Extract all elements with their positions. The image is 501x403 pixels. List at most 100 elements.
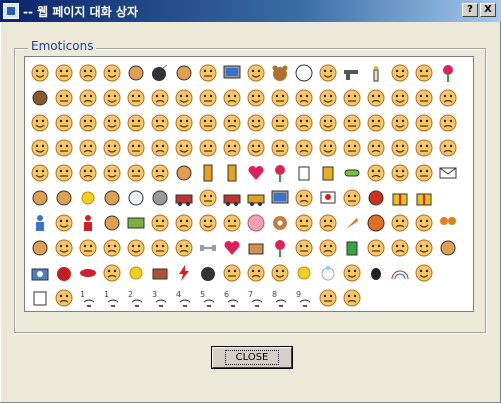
help-button[interactable]: ? — [462, 3, 478, 17]
face-icon[interactable] — [196, 60, 220, 85]
face-icon[interactable] — [364, 160, 388, 185]
face-icon[interactable] — [244, 110, 268, 135]
face-icon[interactable] — [52, 60, 76, 85]
face-icon[interactable] — [172, 85, 196, 110]
face-icon[interactable] — [268, 260, 292, 285]
face-icon[interactable] — [100, 85, 124, 110]
clock-icon[interactable] — [172, 160, 196, 185]
face-icon[interactable] — [76, 160, 100, 185]
gift-icon[interactable] — [388, 185, 412, 210]
face-icon[interactable] — [244, 60, 268, 85]
face-icon[interactable] — [76, 135, 100, 160]
face-icon[interactable] — [292, 85, 316, 110]
face-icon[interactable] — [52, 85, 76, 110]
face-icon[interactable] — [100, 260, 124, 285]
person2-icon[interactable] — [76, 210, 100, 235]
face-icon[interactable] — [52, 110, 76, 135]
butterfly-icon[interactable] — [436, 210, 460, 235]
face-icon[interactable] — [268, 135, 292, 160]
pencil-icon[interactable] — [28, 185, 52, 210]
picture-icon[interactable] — [100, 185, 124, 210]
num1-icon[interactable]: 1 — [76, 285, 100, 310]
face-icon[interactable] — [28, 135, 52, 160]
face-icon[interactable] — [172, 210, 196, 235]
camera-icon[interactable] — [28, 260, 52, 285]
face-icon[interactable] — [340, 135, 364, 160]
tissue-icon[interactable] — [28, 285, 52, 310]
face-icon[interactable] — [76, 60, 100, 85]
face-icon[interactable] — [412, 235, 436, 260]
num4-icon[interactable]: 4 — [172, 285, 196, 310]
face-icon[interactable] — [292, 110, 316, 135]
dumbbell-icon[interactable] — [196, 235, 220, 260]
face-icon[interactable] — [100, 135, 124, 160]
bear-icon[interactable] — [268, 60, 292, 85]
food-icon[interactable] — [100, 210, 124, 235]
devil-icon[interactable] — [364, 185, 388, 210]
face-icon[interactable] — [148, 135, 172, 160]
num9-icon[interactable]: 9 — [292, 285, 316, 310]
face-icon[interactable] — [28, 60, 52, 85]
face-icon[interactable] — [196, 135, 220, 160]
pig-icon[interactable] — [244, 210, 268, 235]
face-icon[interactable] — [148, 160, 172, 185]
num1-icon[interactable]: 1 — [100, 285, 124, 310]
face-icon[interactable] — [412, 260, 436, 285]
face-icon[interactable] — [148, 235, 172, 260]
face-icon[interactable] — [364, 110, 388, 135]
cake-icon[interactable] — [52, 185, 76, 210]
face-icon[interactable] — [340, 110, 364, 135]
num5-icon[interactable]: 5 — [196, 285, 220, 310]
face-icon[interactable] — [124, 235, 148, 260]
face-icon[interactable] — [436, 85, 460, 110]
face-icon[interactable] — [196, 85, 220, 110]
face-icon[interactable] — [172, 110, 196, 135]
num8-icon[interactable]: 8 — [268, 285, 292, 310]
face-icon[interactable] — [52, 235, 76, 260]
face-icon[interactable] — [244, 260, 268, 285]
face-icon[interactable] — [172, 135, 196, 160]
gift-icon[interactable] — [412, 185, 436, 210]
candle-icon[interactable] — [364, 60, 388, 85]
face-icon[interactable] — [124, 110, 148, 135]
sun-icon[interactable] — [76, 185, 100, 210]
rose2-icon[interactable] — [268, 235, 292, 260]
face-icon[interactable] — [148, 210, 172, 235]
face-icon[interactable] — [220, 135, 244, 160]
candy-icon[interactable] — [436, 235, 460, 260]
phone-icon[interactable] — [196, 160, 220, 185]
face-icon[interactable] — [388, 85, 412, 110]
face-icon[interactable] — [124, 135, 148, 160]
bomb-icon[interactable] — [148, 60, 172, 85]
food-icon[interactable] — [28, 235, 52, 260]
face-icon[interactable] — [412, 210, 436, 235]
poop-icon[interactable] — [28, 85, 52, 110]
face-icon[interactable] — [292, 210, 316, 235]
face-icon[interactable] — [268, 85, 292, 110]
face-icon[interactable] — [364, 235, 388, 260]
face-icon[interactable] — [364, 135, 388, 160]
mobile-icon[interactable] — [220, 160, 244, 185]
num6-icon[interactable]: 6 — [220, 285, 244, 310]
mail-icon[interactable] — [436, 160, 460, 185]
rainbow-icon[interactable] — [388, 260, 412, 285]
face-icon[interactable] — [124, 160, 148, 185]
face-icon[interactable] — [52, 160, 76, 185]
face-icon[interactable] — [28, 160, 52, 185]
face-icon[interactable] — [100, 235, 124, 260]
bug-icon[interactable] — [364, 260, 388, 285]
rose-icon[interactable] — [436, 60, 460, 85]
ball2-icon[interactable] — [364, 210, 388, 235]
pill-icon[interactable] — [340, 160, 364, 185]
face-icon[interactable] — [316, 135, 340, 160]
face-icon[interactable] — [196, 210, 220, 235]
bus-icon[interactable] — [244, 185, 268, 210]
coffee-icon[interactable] — [292, 160, 316, 185]
face-icon[interactable] — [52, 210, 76, 235]
face-icon[interactable] — [124, 85, 148, 110]
face-icon[interactable] — [268, 110, 292, 135]
apple-icon[interactable] — [52, 260, 76, 285]
face-icon[interactable] — [436, 135, 460, 160]
ball-icon[interactable] — [292, 60, 316, 85]
ring-icon[interactable] — [316, 260, 340, 285]
